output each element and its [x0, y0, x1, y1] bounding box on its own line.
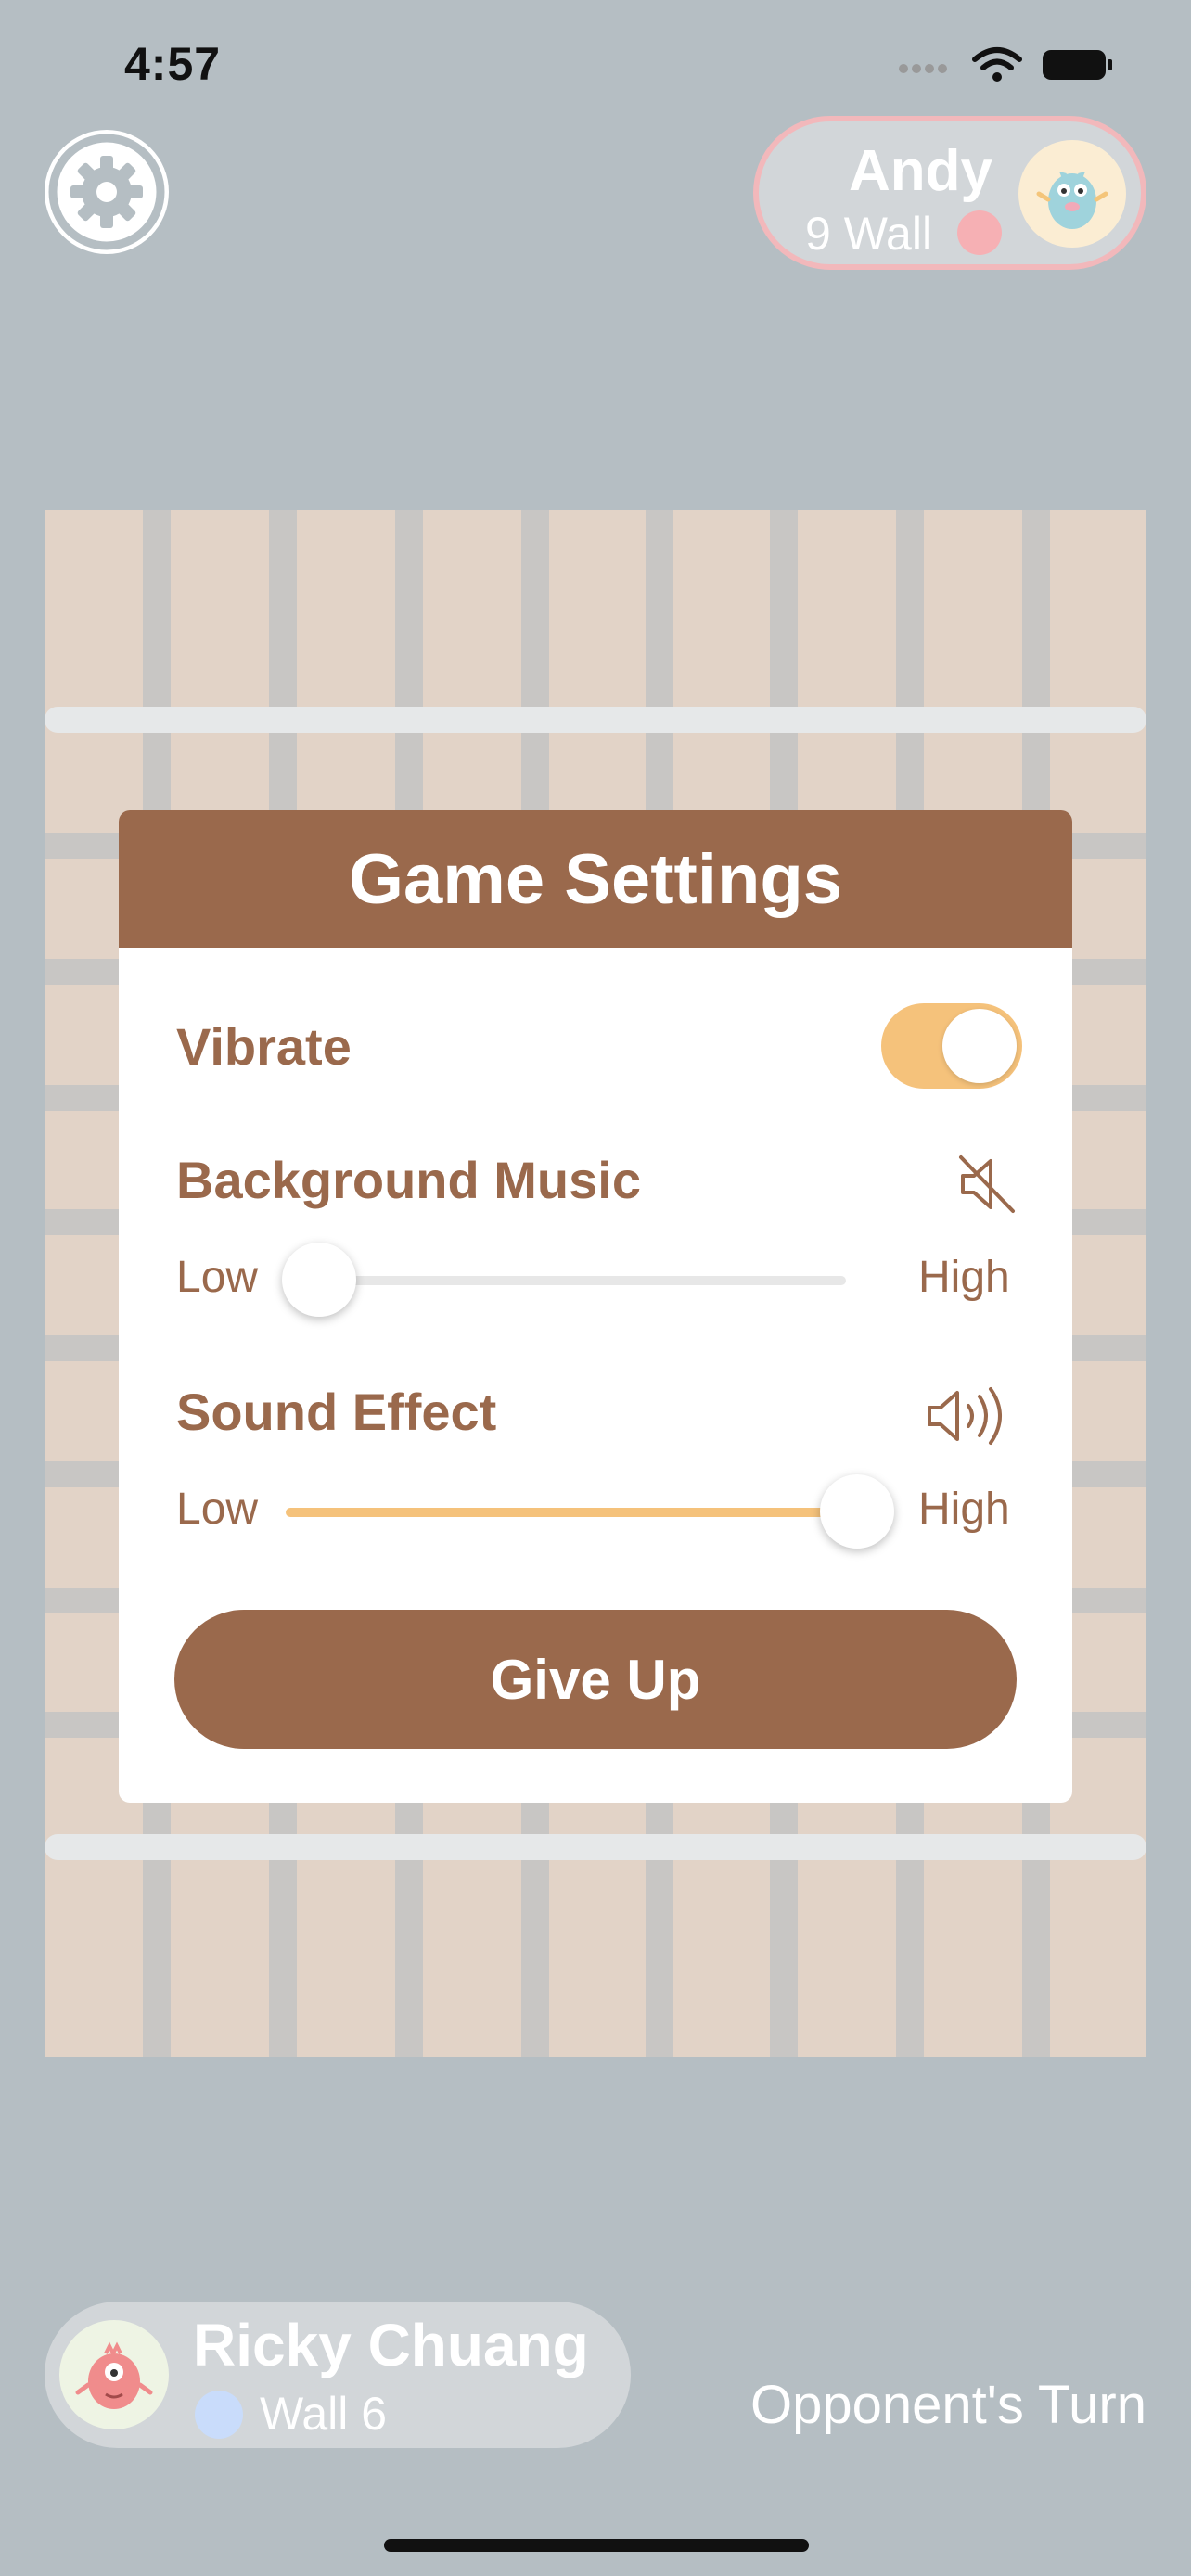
speaker-loud-icon [928, 1387, 1002, 1445]
speaker-muted-icon [959, 1155, 1015, 1213]
player-wall-count: Wall 6 [260, 2388, 388, 2440]
status-icons [898, 46, 1115, 83]
gear-icon [48, 134, 165, 250]
opponent-wall-count: 9 Wall [805, 208, 933, 260]
sound-effect-volume-button[interactable] [924, 1385, 1020, 1451]
music-mute-button[interactable] [957, 1154, 1017, 1219]
sound-effect-slider-thumb[interactable] [820, 1474, 894, 1549]
background-music-label: Background Music [176, 1151, 641, 1209]
music-high-label: High [918, 1253, 1010, 1302]
avatar [59, 2320, 169, 2429]
avatar [1018, 140, 1126, 248]
placed-wall [45, 707, 1146, 733]
settings-dialog: Game Settings Vibrate Background Music L… [119, 810, 1072, 1803]
battery-icon [1043, 50, 1112, 80]
turn-status: Opponent's Turn [749, 2375, 1146, 2435]
vibrate-toggle[interactable] [881, 1003, 1022, 1089]
monster-avatar-icon [1036, 172, 1108, 229]
toggle-knob [942, 1009, 1017, 1083]
monster-avatar-icon [75, 2341, 153, 2409]
sound-effect-label: Sound Effect [176, 1383, 497, 1441]
home-indicator[interactable] [384, 2539, 809, 2552]
dialog-title: Game Settings [119, 810, 1072, 948]
vibrate-label: Vibrate [176, 1017, 352, 1076]
music-slider-thumb[interactable] [282, 1243, 356, 1317]
player-pawn-color [195, 2391, 243, 2439]
sound-effect-slider-track[interactable] [286, 1508, 846, 1517]
opponent-pawn-color [957, 210, 1002, 255]
player-card: Ricky Chuang Wall 6 [45, 2302, 631, 2448]
music-low-label: Low [176, 1253, 259, 1302]
wifi-icon [972, 47, 1022, 82]
placed-wall [45, 1834, 1146, 1860]
music-slider-track[interactable] [286, 1276, 846, 1285]
cellular-icon [899, 64, 947, 73]
sound-effect-low-label: Low [176, 1485, 259, 1534]
settings-button[interactable] [45, 130, 169, 254]
player-name: Ricky Chuang [193, 2312, 589, 2378]
sound-effect-high-label: High [918, 1485, 1010, 1534]
opponent-name: Andy [849, 139, 992, 203]
give-up-button[interactable]: Give Up [174, 1610, 1017, 1749]
opponent-card: Andy 9 Wall [753, 116, 1146, 270]
status-time: 4:57 [124, 38, 222, 90]
